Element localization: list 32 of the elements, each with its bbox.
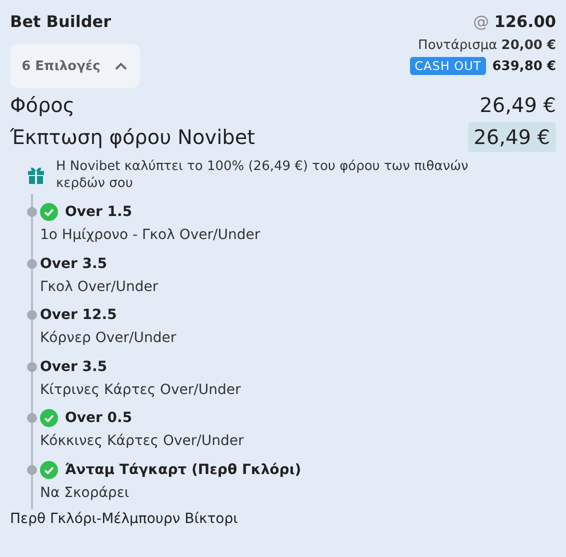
leg-pick: Over 3.5 [40, 256, 108, 272]
leg-pick: Over 0.5 [65, 410, 132, 426]
cash-out-badge: CASH OUT [410, 57, 486, 75]
timeline-dot [27, 413, 37, 423]
chevron-icon [114, 61, 128, 71]
selections-toggle[interactable]: 6 Επιλογές [10, 44, 140, 88]
timeline-dot [27, 464, 37, 474]
leg-market: Κόκκινες Κάρτες Over/Under [40, 432, 245, 451]
tax-discount-label: Έκπτωση φόρου Novibet [10, 124, 255, 151]
stake: Ποντάρισμα 20,00 € [418, 38, 556, 53]
tax-label: Φόρος [10, 92, 75, 119]
leg-market: Γκολ Over/Under [40, 278, 160, 296]
leg-pick: Over 12.5 [40, 307, 117, 323]
match-name: Περθ Γκλόρι-Μέλμπουρν Βίκτορι [10, 511, 239, 527]
leg-market: 1ο Ημίχρονο - Γκολ Over/Under [40, 226, 262, 245]
timeline-dot [27, 207, 37, 217]
leg-market: Κίτρινες Κάρτες Over/Under [40, 380, 242, 400]
timeline-dot [27, 362, 37, 372]
bet-title: Bet Builder [10, 11, 112, 33]
leg-market: Να Σκοράρει [40, 484, 130, 502]
gift-icon [26, 165, 46, 185]
tax-value: 26,49 € [480, 92, 556, 119]
leg-pick: Over 3.5 [40, 358, 108, 374]
tax-discount-value: 26,49 € [468, 122, 556, 152]
leg-market: Κόρνερ Over/Under [40, 329, 178, 348]
timeline-dot [27, 258, 37, 268]
leg-pick: Over 1.5 [65, 204, 132, 220]
odds: @ 126.00 [473, 11, 556, 33]
timeline-dot [27, 310, 37, 320]
info-text: Η Novibet καλύπτει το 100% (26,49 €) του φόρου των πιθανών κερδών σου [56, 158, 470, 192]
cash-out-amount: 639,80 € [492, 58, 556, 74]
leg-pick: Άνταμ Τάγκαρτ (Περθ Γκλόρι) [65, 462, 302, 478]
